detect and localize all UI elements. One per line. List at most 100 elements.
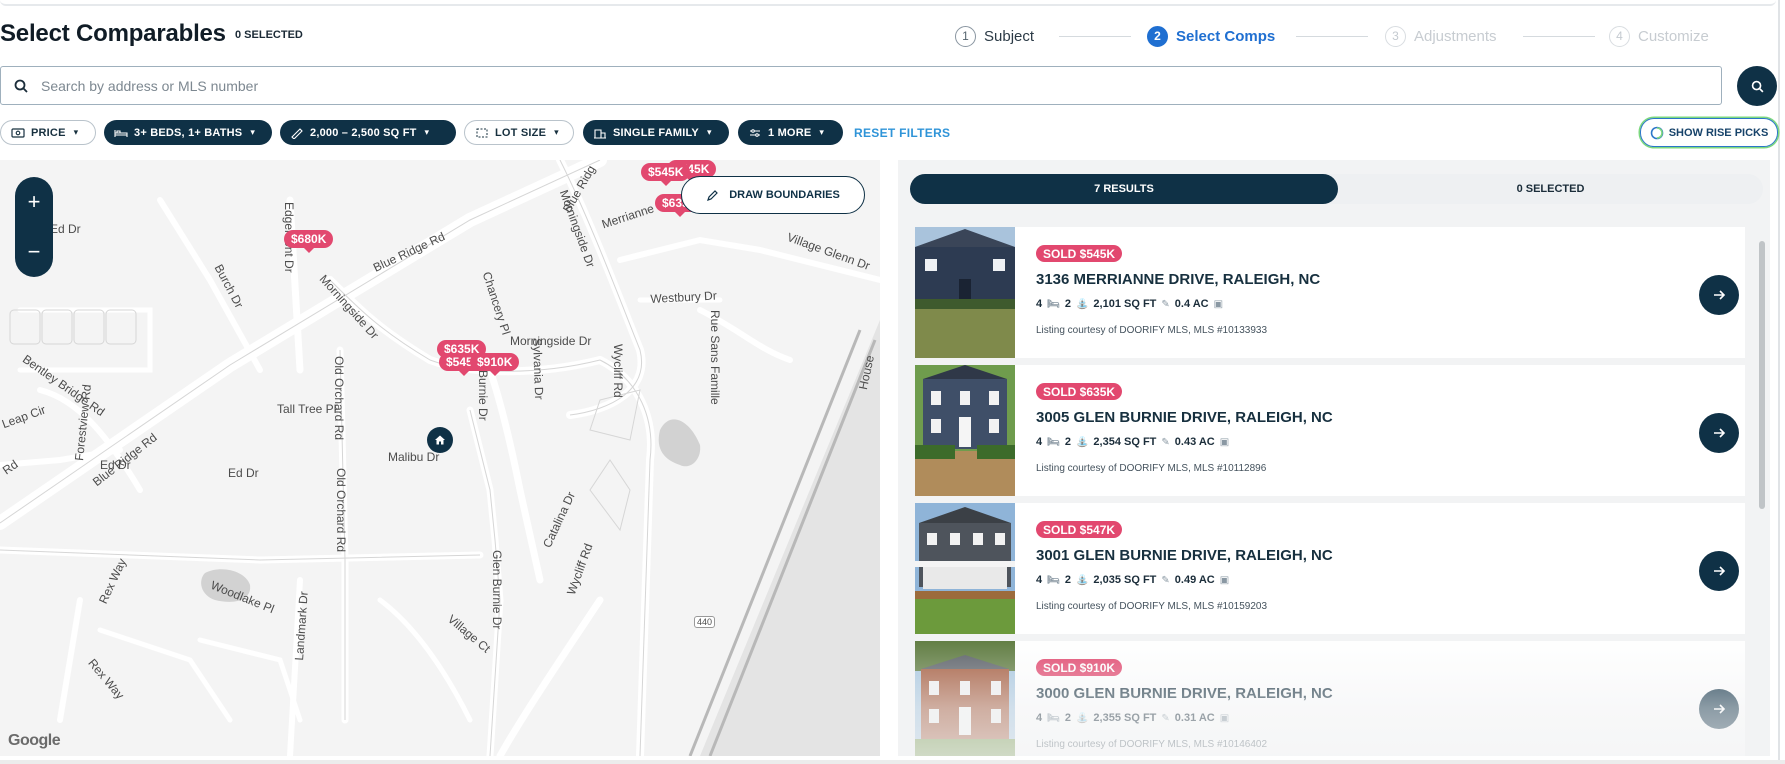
listing-courtesy: Listing courtesy of DOORIFY MLS, MLS #10…: [1036, 739, 1268, 750]
search-button[interactable]: [1737, 66, 1777, 106]
lot-icon: ▣: [1219, 436, 1230, 448]
road-label: Burnie Dr: [476, 370, 490, 421]
sqft-filter[interactable]: 2,000 – 2,500 SQ FT ▾: [280, 120, 456, 145]
step-number: 1: [955, 25, 976, 47]
step-subject[interactable]: 1 Subject: [955, 24, 1034, 48]
property-type-filter[interactable]: SINGLE FAMILY ▾: [583, 120, 729, 145]
road-label: Old Orchard Rd: [332, 356, 346, 441]
beds-baths-filter[interactable]: 3+ BEDS, 1+ BATHS ▾: [104, 120, 272, 145]
sqft-value: 2,101 SQ FT: [1093, 298, 1157, 310]
zoom-in-button[interactable]: +: [28, 189, 41, 215]
sqft-filter-label: 2,000 – 2,500 SQ FT: [310, 126, 417, 139]
bath-icon: ⛲: [1075, 574, 1089, 586]
filter-bar: PRICE ▾ 3+ BEDS, 1+ BATHS ▾ 2,000 – 2,50…: [0, 118, 1785, 148]
listing-courtesy: Listing courtesy of DOORIFY MLS, MLS #10…: [1036, 463, 1267, 474]
ruler-icon: ✎: [1161, 712, 1170, 724]
baths-count: 2: [1064, 712, 1071, 724]
step-label: Subject: [984, 27, 1035, 45]
sliders-icon: [750, 128, 760, 137]
scrollbar-thumb[interactable]: [1759, 241, 1765, 509]
step-label: Adjustments: [1414, 27, 1497, 45]
listing-card[interactable]: SOLD $547K 3001 GLEN BURNIE DRIVE, RALEI…: [915, 503, 1745, 634]
listing-card[interactable]: SOLD $545K 3136 MERRIANNE DRIVE, RALEIGH…: [915, 227, 1745, 358]
arrow-right-icon: [1714, 428, 1726, 438]
listing-address[interactable]: 3005 GLEN BURNIE DRIVE, RALEIGH, NC: [1036, 409, 1333, 426]
listing-address[interactable]: 3001 GLEN BURNIE DRIVE, RALEIGH, NC: [1036, 547, 1333, 564]
step-select-comps[interactable]: 2 Select Comps: [1147, 24, 1275, 48]
search-input[interactable]: [41, 77, 1641, 94]
price-filter[interactable]: PRICE ▾: [0, 120, 96, 145]
progress-stepper: 1 Subject 2 Select Comps 3 Adjustments 4…: [955, 24, 1775, 48]
road-label: Sylvania Dr: [530, 338, 547, 400]
more-filters[interactable]: 1 MORE ▾: [738, 120, 843, 145]
road-label: Tall Tree Pl: [277, 402, 337, 416]
google-logo: Google: [8, 732, 61, 749]
map-view[interactable]: Blue Ridge Rd Blue Ridge Rd Blue Ridg Mo…: [0, 160, 880, 756]
results-list: SOLD $545K 3136 MERRIANNE DRIVE, RALEIGH…: [915, 227, 1745, 756]
lot-icon: ▣: [1219, 712, 1230, 724]
step-customize[interactable]: 4 Customize: [1609, 24, 1709, 48]
search-icon: [1751, 80, 1763, 92]
listing-specs: 4 🛏 2 ⛲ 2,101 SQ FT ✎ 0.4 AC ▣: [1036, 298, 1223, 310]
sold-badge: SOLD $545K: [1036, 245, 1123, 262]
step-label: Customize: [1638, 27, 1709, 45]
pencil-icon: [707, 189, 719, 201]
listing-card[interactable]: SOLD $910K 3000 GLEN BURNIE DRIVE, RALEI…: [915, 641, 1745, 756]
results-scrollbar[interactable]: [1758, 227, 1766, 687]
open-listing-button[interactable]: [1699, 689, 1739, 729]
selected-count: 0 SELECTED: [235, 29, 303, 41]
search-icon: [1, 79, 41, 93]
acres-value: 0.43 AC: [1174, 436, 1215, 448]
chevron-down-icon: ▾: [424, 127, 430, 137]
price-pin[interactable]: $545K: [641, 163, 691, 186]
listing-courtesy: Listing courtesy of DOORIFY MLS, MLS #10…: [1036, 325, 1268, 336]
subject-home-pin[interactable]: [427, 427, 453, 453]
listing-courtesy: Listing courtesy of DOORIFY MLS, MLS #10…: [1036, 601, 1268, 612]
reset-filters-link[interactable]: RESET FILTERS: [854, 126, 950, 140]
results-panel: 7 RESULTS 0 SELECTED SOLD $545K 3136 MER…: [898, 160, 1770, 756]
listing-specs: 4 🛏 2 ⛲ 2,355 SQ FT ✎ 0.31 AC ▣: [1036, 712, 1229, 724]
step-connector: [1523, 36, 1595, 37]
chevron-down-icon: ▾: [250, 127, 256, 137]
step-number: 2: [1147, 25, 1168, 47]
lot-icon: ▣: [1219, 574, 1230, 586]
bath-icon: ⛲: [1075, 298, 1089, 310]
sold-badge: SOLD $910K: [1036, 659, 1123, 676]
road-label: Ed Dr: [100, 458, 131, 472]
bed-icon: 🛏: [1047, 298, 1060, 310]
interstate-shield: 440: [694, 616, 716, 628]
property-photo: [915, 641, 1015, 756]
step-connector: [1296, 36, 1368, 37]
draw-boundaries-button[interactable]: DRAW BOUNDARIES: [681, 176, 865, 214]
arrow-right-icon: [1714, 566, 1726, 576]
results-tabs: 7 RESULTS 0 SELECTED: [910, 174, 1763, 204]
zoom-out-button[interactable]: −: [28, 239, 41, 265]
bath-icon: ⛲: [1075, 436, 1089, 448]
step-adjustments[interactable]: 3 Adjustments: [1385, 24, 1497, 48]
property-photo: [915, 365, 1015, 496]
road-label: Malibu Dr: [388, 450, 440, 464]
open-listing-button[interactable]: [1699, 275, 1739, 315]
open-listing-button[interactable]: [1699, 551, 1739, 591]
price-pin[interactable]: $680K: [284, 230, 334, 253]
listing-address[interactable]: 3000 GLEN BURNIE DRIVE, RALEIGH, NC: [1036, 685, 1333, 702]
listing-address[interactable]: 3136 MERRIANNE DRIVE, RALEIGH, NC: [1036, 271, 1320, 288]
more-filters-label: 1 MORE: [768, 126, 812, 139]
tab-results[interactable]: 7 RESULTS: [910, 174, 1338, 204]
lot-icon: [476, 128, 488, 137]
beds-count: 4: [1036, 298, 1043, 310]
acres-value: 0.31 AC: [1174, 712, 1215, 724]
price-pin[interactable]: $910K: [470, 353, 520, 376]
sqft-value: 2,035 SQ FT: [1093, 574, 1157, 586]
listing-card[interactable]: SOLD $635K 3005 GLEN BURNIE DRIVE, RALEI…: [915, 365, 1745, 496]
open-listing-button[interactable]: [1699, 413, 1739, 453]
listing-specs: 4 🛏 2 ⛲ 2,035 SQ FT ✎ 0.49 AC ▣: [1036, 574, 1229, 586]
tab-selected[interactable]: 0 SELECTED: [1338, 174, 1763, 204]
ruler-icon: [291, 127, 303, 139]
rise-logo-icon: [1650, 126, 1663, 139]
road-label: Morningside Dr: [510, 334, 592, 348]
lot-size-filter[interactable]: LOT SIZE ▾: [464, 120, 574, 145]
show-rise-picks-button[interactable]: SHOW RISE PICKS: [1640, 118, 1778, 147]
beds-count: 4: [1036, 574, 1043, 586]
road-label: Glen Burnie Dr: [490, 550, 504, 630]
